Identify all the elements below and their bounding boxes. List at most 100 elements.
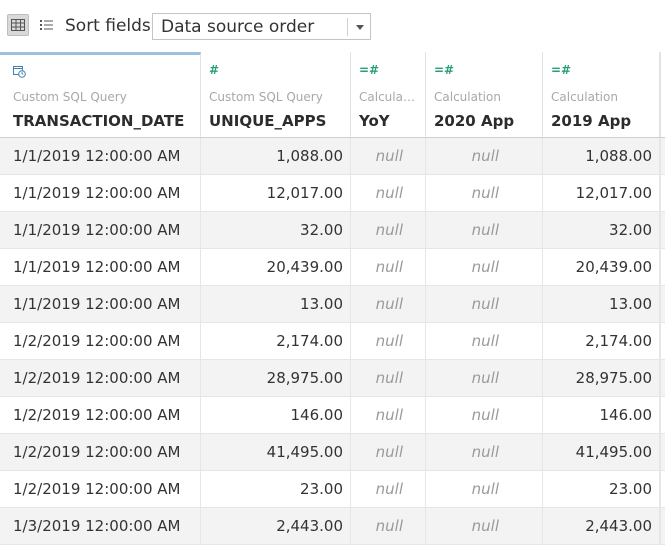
table-cell: null bbox=[426, 212, 543, 248]
table-cell: 20,439.00 bbox=[201, 249, 351, 285]
column-name: 2019 App bbox=[551, 112, 632, 130]
table-cell: 2,443.00 bbox=[543, 508, 660, 544]
column-name: YoY bbox=[359, 112, 390, 130]
column-source: Calculation bbox=[434, 90, 501, 104]
table-cell: 1/1/2019 12:00:00 AM bbox=[0, 212, 201, 248]
table-row: 1/2/2019 12:00:00 AM 2,174.00 null null 2,17… bbox=[0, 323, 665, 360]
table-cell: null bbox=[351, 508, 426, 544]
table-cell: 13.00 bbox=[543, 286, 660, 322]
table-row: 1/1/2019 12:00:00 AM 20,439.00 null null 20,… bbox=[0, 249, 665, 286]
table-cell: 12,017.00 bbox=[543, 175, 660, 211]
table-cell-partial bbox=[660, 397, 665, 433]
table-cell: null bbox=[426, 360, 543, 396]
table-cell: 13.00 bbox=[201, 286, 351, 322]
table-row: 1/1/2019 12:00:00 AM 12,017.00 null null 12,… bbox=[0, 175, 665, 212]
number-icon: # bbox=[209, 63, 220, 77]
table-cell: null bbox=[426, 508, 543, 544]
calculated-number-icon: =# bbox=[434, 63, 455, 77]
table-cell: null bbox=[426, 471, 543, 507]
table-cell: 1/2/2019 12:00:00 AM bbox=[0, 471, 201, 507]
table-cell: 2,174.00 bbox=[543, 323, 660, 359]
table-cell: null bbox=[351, 471, 426, 507]
table-cell: 2,174.00 bbox=[201, 323, 351, 359]
table-cell: 1,088.00 bbox=[201, 138, 351, 174]
table-cell: null bbox=[426, 397, 543, 433]
table-cell: 2,443.00 bbox=[201, 508, 351, 544]
table-cell: null bbox=[351, 360, 426, 396]
column-source: Calculati... bbox=[359, 90, 419, 104]
table-cell-partial bbox=[660, 175, 665, 211]
dropdown-divider bbox=[347, 18, 348, 36]
table-row: 1/1/2019 12:00:00 AM 32.00 null null 32.00 bbox=[0, 212, 665, 249]
table-row: 1/2/2019 12:00:00 AM 41,495.00 null null 41,… bbox=[0, 434, 665, 471]
table-cell-partial bbox=[660, 138, 665, 174]
column-source: Custom SQL Query bbox=[13, 90, 127, 104]
table-cell: 1/1/2019 12:00:00 AM bbox=[0, 249, 201, 285]
table-cell: 41,495.00 bbox=[201, 434, 351, 470]
column-header-2020-app[interactable]: =# Calculation 2020 App bbox=[426, 52, 543, 137]
column-header-unique-apps[interactable]: # Custom SQL Query UNIQUE_APPS bbox=[201, 52, 351, 137]
chevron-down-icon bbox=[356, 25, 364, 30]
table-cell: null bbox=[351, 138, 426, 174]
table-cell: 146.00 bbox=[201, 397, 351, 433]
column-source: Calculation bbox=[551, 90, 618, 104]
table-cell-partial bbox=[660, 212, 665, 248]
table-cell-partial bbox=[660, 434, 665, 470]
grid-view-button[interactable] bbox=[7, 14, 29, 36]
table-cell: null bbox=[351, 434, 426, 470]
table-cell: null bbox=[351, 249, 426, 285]
column-header-yoy[interactable]: =# Calculati... YoY bbox=[351, 52, 426, 137]
column-header-transaction-date[interactable]: Custom SQL Query TRANSACTION_DATE bbox=[0, 52, 201, 137]
table-row: 1/2/2019 12:00:00 AM 146.00 null null 146.00 bbox=[0, 397, 665, 434]
column-name: UNIQUE_APPS bbox=[209, 112, 327, 130]
table-cell: null bbox=[351, 397, 426, 433]
column-source: Custom SQL Query bbox=[209, 90, 323, 104]
table-cell: 1/1/2019 12:00:00 AM bbox=[0, 138, 201, 174]
sort-fields-label: Sort fields bbox=[65, 16, 151, 36]
table-row: 1/2/2019 12:00:00 AM 23.00 null null 23.00 bbox=[0, 471, 665, 508]
table-cell: null bbox=[426, 323, 543, 359]
table-cell: 28,975.00 bbox=[543, 360, 660, 396]
grid-view-icon bbox=[11, 19, 25, 31]
table-cell: 12,017.00 bbox=[201, 175, 351, 211]
table-row: 1/2/2019 12:00:00 AM 28,975.00 null null 28,… bbox=[0, 360, 665, 397]
toolbar: Sort fields Data source order bbox=[0, 0, 665, 53]
table-row: 1/1/2019 12:00:00 AM 1,088.00 null null 1,08… bbox=[0, 138, 665, 175]
column-header-row: Custom SQL Query TRANSACTION_DATE # Cust… bbox=[0, 52, 665, 138]
table-cell: 1/2/2019 12:00:00 AM bbox=[0, 434, 201, 470]
table-cell: 1,088.00 bbox=[543, 138, 660, 174]
table-cell: 1/2/2019 12:00:00 AM bbox=[0, 323, 201, 359]
calculated-number-icon: =# bbox=[551, 63, 572, 77]
table-cell: 146.00 bbox=[543, 397, 660, 433]
table-cell: 1/2/2019 12:00:00 AM bbox=[0, 397, 201, 433]
list-view-button[interactable] bbox=[35, 14, 57, 36]
table-cell: 1/2/2019 12:00:00 AM bbox=[0, 360, 201, 396]
date-time-icon bbox=[13, 66, 26, 78]
table-cell: 23.00 bbox=[201, 471, 351, 507]
table-cell: null bbox=[351, 286, 426, 322]
column-header-2019-app[interactable]: =# Calculation 2019 App bbox=[543, 52, 660, 137]
table-row: 1/1/2019 12:00:00 AM 13.00 null null 13.00 bbox=[0, 286, 665, 323]
table-cell: null bbox=[351, 212, 426, 248]
table-cell-partial bbox=[660, 508, 665, 544]
table-cell: null bbox=[426, 286, 543, 322]
table-cell: 1/1/2019 12:00:00 AM bbox=[0, 286, 201, 322]
table-cell: null bbox=[426, 434, 543, 470]
table-cell: null bbox=[351, 323, 426, 359]
table-cell: null bbox=[426, 175, 543, 211]
calculated-number-icon: =# bbox=[359, 63, 380, 77]
table-cell-partial bbox=[660, 286, 665, 322]
table-cell: 32.00 bbox=[543, 212, 660, 248]
table-cell: 20,439.00 bbox=[543, 249, 660, 285]
list-view-icon bbox=[39, 20, 53, 30]
table-cell: 41,495.00 bbox=[543, 434, 660, 470]
table-cell-partial bbox=[660, 249, 665, 285]
column-name: TRANSACTION_DATE bbox=[13, 112, 185, 130]
data-grid: 1/1/2019 12:00:00 AM 1,088.00 null null 1,08… bbox=[0, 138, 665, 545]
sort-fields-dropdown[interactable]: Data source order bbox=[152, 13, 371, 40]
table-cell-partial bbox=[660, 323, 665, 359]
table-cell-partial bbox=[660, 360, 665, 396]
table-cell-partial bbox=[660, 471, 665, 507]
table-cell: 28,975.00 bbox=[201, 360, 351, 396]
table-cell: null bbox=[351, 175, 426, 211]
